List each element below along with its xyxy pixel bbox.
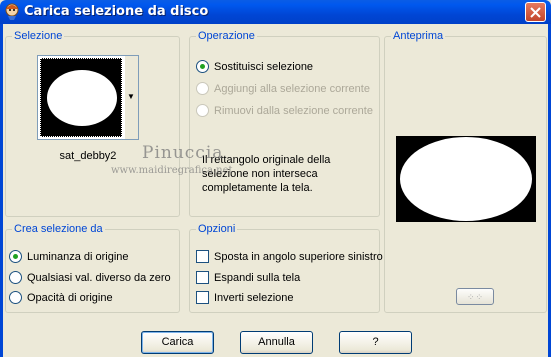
preview-canvas — [396, 136, 536, 222]
radio-label: Rimuovi dalla selezione corrente — [214, 104, 373, 117]
checkbox-sposta[interactable]: Sposta in angolo superiore sinistro — [196, 250, 383, 263]
load-button[interactable]: Carica — [141, 331, 214, 354]
preview-ellipse — [400, 137, 532, 221]
watermark-name: Pinuccia — [142, 143, 224, 163]
radio-label: Aggiungi alla selezione corrente — [214, 82, 370, 95]
radio-qualsiasi[interactable]: Qualsiasi val. diverso da zero — [9, 271, 171, 284]
thumbnail-name: sat_debby2 — [59, 150, 117, 162]
checkbox[interactable] — [196, 250, 209, 263]
checkbox[interactable] — [196, 271, 209, 284]
radio-button[interactable] — [9, 250, 22, 263]
chevron-down-icon: ▼ — [127, 92, 135, 101]
checkbox-label: Inverti selezione — [214, 291, 294, 304]
radio-label: Luminanza di origine — [27, 250, 129, 263]
close-icon — [530, 7, 541, 18]
window-title: Carica selezione da disco — [24, 4, 209, 19]
checkbox-inverti[interactable]: Inverti selezione — [196, 291, 294, 304]
operazione-group-title: Operazione — [196, 30, 257, 42]
radio-button[interactable] — [196, 60, 209, 73]
checkbox-espandi[interactable]: Espandi sulla tela — [196, 271, 300, 284]
crea-group-title: Crea selezione da — [12, 223, 105, 235]
radio-button[interactable] — [9, 291, 22, 304]
radio-opacita[interactable]: Opacità di origine — [9, 291, 113, 304]
selection-thumbnail — [40, 58, 122, 137]
title-bar[interactable]: Carica selezione da disco — [0, 0, 551, 24]
radio-label: Qualsiasi val. diverso da zero — [27, 271, 171, 284]
help-button[interactable]: ? — [339, 331, 412, 354]
opzioni-group-title: Opzioni — [196, 223, 238, 235]
radio-sostituisci[interactable]: Sostituisci selezione — [196, 60, 313, 73]
radio-button — [196, 104, 209, 117]
dotted-grid-icon: ⁘⁘ — [467, 292, 485, 302]
radio-button — [196, 82, 209, 95]
radio-label: Opacità di origine — [27, 291, 113, 304]
paint-shop-pro-icon — [5, 3, 19, 20]
radio-button[interactable] — [9, 271, 22, 284]
radio-aggiungi: Aggiungi alla selezione corrente — [196, 82, 370, 95]
preview-toggle-button[interactable]: ⁘⁘ — [456, 288, 494, 305]
anteprima-group-title: Anteprima — [391, 30, 446, 42]
radio-rimuovi: Rimuovi dalla selezione corrente — [196, 104, 373, 117]
checkbox-label: Sposta in angolo superiore sinistro — [214, 250, 383, 263]
selezione-group-title: Selezione — [12, 30, 65, 42]
cancel-button[interactable]: Annulla — [240, 331, 313, 354]
dropdown-arrow-button[interactable]: ▼ — [125, 56, 138, 139]
thumbnail-ellipse — [47, 70, 117, 126]
close-button[interactable] — [525, 2, 546, 22]
selection-thumbnail-dropdown[interactable]: ▼ — [37, 55, 139, 140]
radio-luminanza[interactable]: Luminanza di origine — [9, 250, 129, 263]
checkbox[interactable] — [196, 291, 209, 304]
watermark-site: www.maidiregrafica.net — [111, 165, 233, 176]
radio-label: Sostituisci selezione — [214, 60, 314, 73]
checkbox-label: Espandi sulla tela — [214, 271, 301, 284]
